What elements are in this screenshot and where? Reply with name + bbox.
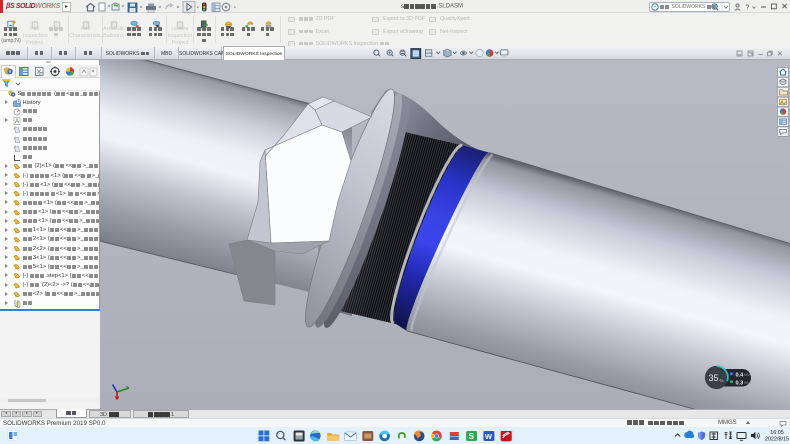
svg-text:35: 35	[709, 373, 719, 383]
svg-text:2022/8/15: 2022/8/15	[765, 437, 789, 443]
svg-text:KB/s: KB/s	[744, 373, 751, 377]
svg-text:0.3: 0.3	[736, 380, 744, 386]
svg-text:%: %	[720, 378, 724, 383]
svg-text:KB/s: KB/s	[744, 381, 751, 385]
svg-text:16:05: 16:05	[770, 430, 784, 436]
svg-text:?: ?	[746, 5, 750, 12]
svg-text:S: S	[469, 432, 475, 441]
svg-text:A: A	[15, 119, 19, 125]
svg-text:0.4: 0.4	[736, 372, 745, 378]
svg-text:W: W	[485, 432, 493, 441]
